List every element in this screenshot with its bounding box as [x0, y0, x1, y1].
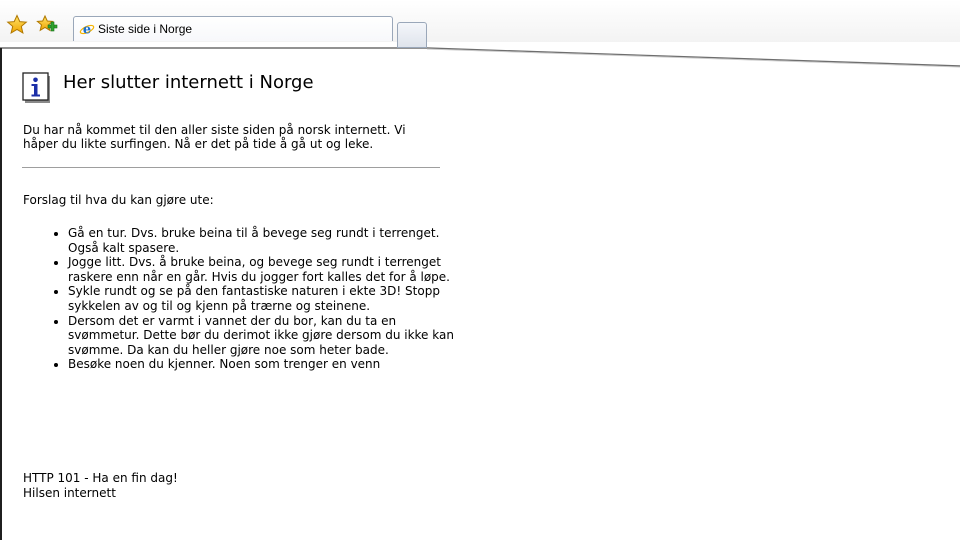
suggestions-heading: Forslag til hva du kan gjøre ute: [23, 193, 214, 207]
page-title: Her slutter internett i Norge [63, 72, 314, 93]
window-left-border [0, 48, 2, 540]
browser-tab-active[interactable]: e Siste side i Norge [73, 16, 393, 41]
suggestions-list: Gå en tur. Dvs. bruke beina til å bevege… [48, 226, 462, 372]
info-icon [22, 72, 52, 104]
list-item: Besøke noen du kjenner. Noen som trenger… [68, 357, 462, 372]
list-item: Sykle rundt og se på den fantastiske nat… [68, 284, 462, 313]
list-item: Gå en tur. Dvs. bruke beina til å bevege… [68, 226, 462, 255]
footer-signature: Hilsen internett [23, 486, 116, 500]
intro-text: Du har nå kommet til den aller siste sid… [23, 123, 406, 151]
internet-explorer-icon: e [79, 21, 95, 38]
footer: HTTP 101 - Ha en fin dag! Hilsen interne… [23, 471, 178, 501]
divider [22, 167, 440, 168]
favorites-star-icon[interactable] [6, 14, 28, 36]
svg-text:e: e [83, 23, 91, 37]
list-item: Dersom det er varmt i vannet der du bor,… [68, 314, 462, 358]
add-to-favorites-icon[interactable] [36, 14, 58, 36]
new-tab-button[interactable] [397, 22, 427, 48]
tab-title: Siste side i Norge [98, 22, 193, 36]
footer-greeting: HTTP 101 - Ha en fin dag! [23, 471, 178, 485]
list-item: Jogge litt. Dvs. å bruke beina, og beveg… [68, 255, 462, 284]
